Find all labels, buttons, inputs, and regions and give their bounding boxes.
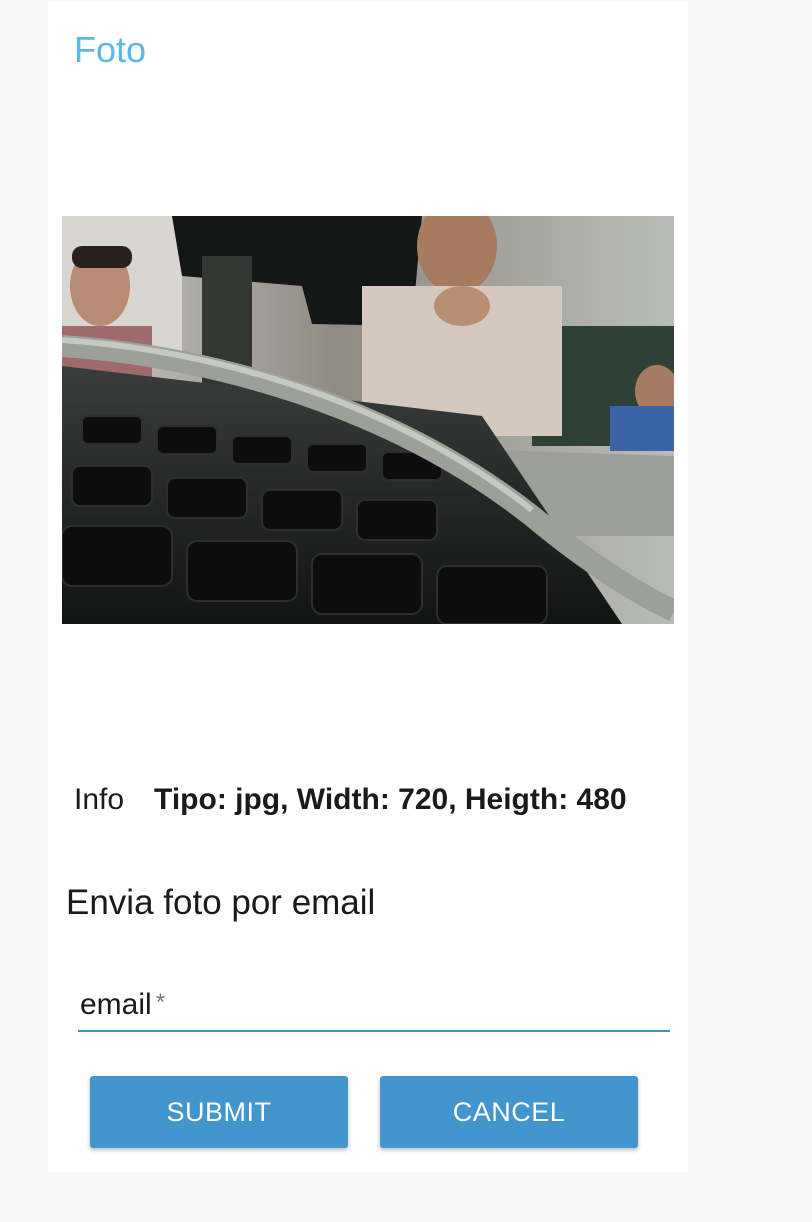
photo-image: [62, 216, 674, 624]
cancel-button[interactable]: CANCEL: [380, 1076, 638, 1148]
page-title: Foto: [74, 29, 147, 70]
email-section-title: Envia foto por email: [66, 883, 376, 922]
email-input[interactable]: [78, 984, 674, 1032]
photo-card: Foto Info Tipo: jpg, Width: 720, Heigth:…: [48, 2, 688, 1172]
email-field-container[interactable]: email *: [78, 984, 674, 1032]
photo-info: Info Tipo: jpg, Width: 720, Heigth: 480: [74, 780, 627, 820]
info-label: Info: [74, 783, 125, 816]
photo-preview: [62, 216, 674, 624]
info-value: Tipo: jpg, Width: 720, Heigth: 480: [154, 783, 627, 816]
submit-button[interactable]: SUBMIT: [90, 1076, 348, 1148]
